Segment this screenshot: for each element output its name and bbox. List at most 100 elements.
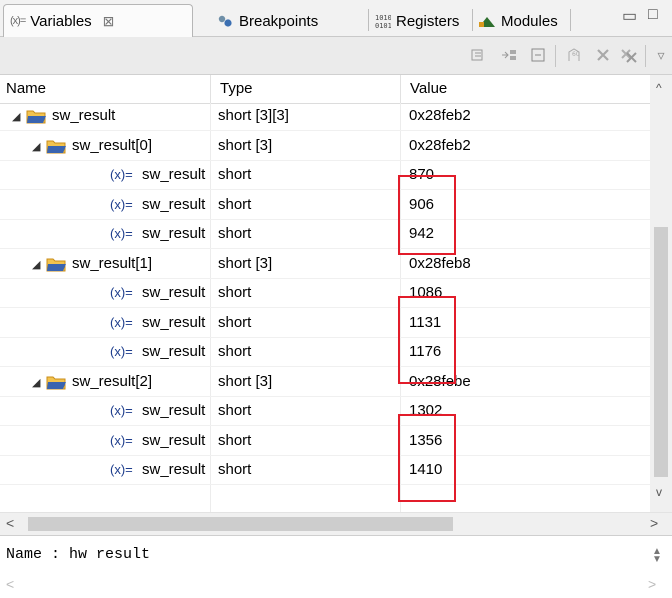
tab-modules[interactable]: Modules [478, 6, 558, 36]
variable-value[interactable]: 1410 [409, 461, 442, 478]
scroll-down-icon[interactable]: v [656, 485, 662, 499]
tab-registers[interactable]: 1010 0101 Registers [375, 6, 459, 36]
variable-value[interactable]: 0x28feb8 [409, 255, 471, 272]
variable-value[interactable]: 1176 [409, 343, 441, 360]
column-divider[interactable] [400, 75, 401, 103]
scroll-right-icon[interactable]: > [650, 515, 658, 531]
variable-name: sw_result [142, 461, 206, 478]
column-header-name[interactable]: Name [6, 80, 46, 97]
remove-selected-icon[interactable] [594, 47, 612, 63]
variable-icon: (x)= [110, 196, 133, 212]
view-menu-icon[interactable]: ▿ [654, 47, 668, 63]
variable-value[interactable]: 1131 [409, 314, 441, 331]
expand-collapse-icon[interactable]: ◢ [32, 258, 40, 271]
variable-icon: (x)= [110, 432, 133, 448]
variable-name: sw_result [142, 402, 206, 419]
scroll-up-icon[interactable]: ^ [656, 81, 662, 95]
column-divider[interactable] [210, 75, 211, 103]
minimize-icon[interactable]: ▭ [622, 6, 637, 26]
variable-value[interactable]: 0x28feb2 [409, 107, 471, 124]
variable-type: short [3] [218, 136, 273, 154]
horizontal-scrollbar[interactable]: < > [0, 512, 672, 535]
variable-type: short [218, 431, 252, 449]
vertical-scrollbar[interactable]: ^ v [650, 75, 672, 512]
variable-name: sw_result [142, 166, 206, 183]
tab-separator [570, 9, 571, 31]
variable-icon: (x)= [110, 344, 133, 359]
tree-row-array[interactable]: ◢ sw_result[2] short [3] 0x28febe [0, 370, 650, 397]
column-header-type[interactable]: Type [220, 80, 253, 97]
variable-type: short [3] [218, 254, 273, 272]
expand-collapse-icon[interactable]: ◢ [12, 110, 20, 123]
variable-type: short [218, 195, 252, 213]
variable-name: sw_result[0] [72, 136, 153, 154]
toolbar-separator [555, 45, 556, 67]
array-folder-icon [46, 140, 66, 153]
tree-row-variable[interactable]: (x)= sw_result short 942 [0, 222, 650, 249]
remove-all-icon[interactable] [620, 47, 638, 63]
svg-text:0101: 0101 [375, 22, 391, 29]
show-type-names-icon[interactable] [470, 47, 488, 63]
tree-row-variable[interactable]: (x)= sw_result short 1086 [0, 281, 650, 308]
tree-row-variable[interactable]: (x)= sw_result short 1131 [0, 311, 650, 338]
tab-variables[interactable]: (x)= Variables ⊠ [3, 4, 193, 37]
variables-tree[interactable]: Name Type Value ◢ sw_result short [3][3] 0x… [0, 75, 672, 512]
tab-breakpoints[interactable]: Breakpoints [218, 6, 318, 36]
tree-row-variable[interactable]: (x)= sw_result short 870 [0, 163, 650, 190]
variable-icon: (x)= [110, 226, 133, 241]
variable-value[interactable]: 906 [409, 196, 434, 213]
tree-row-variable[interactable]: (x)= sw_result short 906 [0, 193, 650, 220]
tree-row-array[interactable]: ◢ sw_result[0] short [3] 0x28feb2 [0, 134, 650, 161]
variables-icon: (x)= [10, 15, 26, 27]
details-scroll-icon[interactable]: ▲ ▼ [652, 547, 662, 565]
variable-type: short [3][3] [218, 107, 289, 124]
horizontal-scroll-thumb[interactable] [28, 517, 453, 531]
variable-icon: (x)= [110, 403, 133, 418]
collapse-all-icon[interactable] [529, 47, 547, 63]
variable-name: sw_result [142, 313, 206, 331]
variable-value[interactable]: 1086 [409, 284, 442, 301]
variable-value[interactable]: 870 [409, 166, 434, 183]
vertical-scroll-thumb[interactable] [654, 227, 668, 477]
variable-name: sw_result[2] [72, 372, 153, 390]
toolbar-separator [645, 45, 646, 67]
breakpoints-icon [218, 15, 232, 27]
details-scroll-left-icon[interactable]: < [6, 576, 14, 592]
modules-icon [479, 17, 495, 27]
tree-row-variable[interactable]: (x)= sw_result short 1356 [0, 429, 650, 456]
show-logical-structure-icon[interactable] [500, 47, 518, 63]
tree-row-variable[interactable]: (x)= sw_result short 1302 [0, 399, 650, 426]
details-pane[interactable]: Name : hw result ▲ ▼ < > [0, 535, 672, 598]
details-scroll-right-icon[interactable]: > [648, 576, 656, 592]
variable-name: sw_result [52, 107, 116, 124]
tab-registers-label: Registers [396, 12, 460, 30]
variable-value[interactable]: 1302 [409, 402, 442, 419]
tree-row-variable[interactable]: (x)= sw_result short 1176 [0, 340, 650, 367]
add-watch-expression-icon[interactable]: 60 [565, 47, 583, 63]
variable-value[interactable]: 0x28febe [409, 373, 471, 390]
variable-value[interactable]: 0x28feb2 [409, 137, 471, 154]
maximize-icon[interactable]: □ [648, 6, 658, 24]
variable-type: short [218, 166, 252, 183]
tree-row-array[interactable]: ◢ sw_result[1] short [3] 0x28feb8 [0, 252, 650, 279]
column-header-value[interactable]: Value [410, 80, 447, 97]
expand-collapse-icon[interactable]: ◢ [32, 140, 40, 153]
tab-separator [472, 9, 473, 31]
expand-collapse-icon[interactable]: ◢ [32, 376, 40, 389]
array-folder-icon [46, 258, 66, 271]
scroll-left-icon[interactable]: < [6, 515, 14, 531]
array-folder-icon [26, 110, 46, 124]
variable-value[interactable]: 1356 [409, 432, 442, 449]
tab-breakpoints-label: Breakpoints [239, 12, 319, 30]
close-tab-icon[interactable]: ⊠ [103, 13, 115, 30]
tree-row-array[interactable]: ◢ sw_result short [3][3] 0x28feb2 [0, 104, 650, 131]
variable-type: short [3] [218, 372, 273, 390]
details-text[interactable]: Name : hw result [6, 546, 150, 563]
variable-icon: (x)= [110, 167, 133, 182]
variable-value[interactable]: 942 [409, 225, 434, 242]
tab-separator [368, 9, 369, 31]
view-toolbar: 60 ▿ [0, 37, 672, 75]
tree-row-variable[interactable]: (x)= sw_result short 1410 [0, 458, 650, 485]
array-folder-icon [46, 376, 66, 389]
tab-variables-label: Variables [30, 12, 92, 30]
